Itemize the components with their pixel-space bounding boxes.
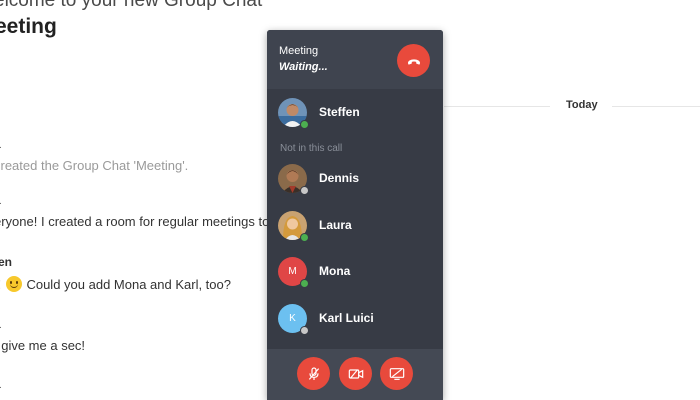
date-divider-line-right [612,106,700,107]
call-header: Meeting Waiting... [267,30,443,89]
participant-dennis[interactable]: Dennis [267,160,443,198]
participant-steffen[interactable]: Steffen [267,94,443,132]
welcome-heading: elcome to your new Group Chat [0,0,263,11]
online-status-dot [300,233,309,242]
microphone-off-icon [308,366,319,380]
call-name: Meeting [279,45,319,57]
smiley-emoji-icon [5,276,22,292]
offline-status-dot [300,326,309,335]
message-sender: fen [0,255,12,269]
hang-up-button[interactable] [397,44,430,77]
participant-name: Karl Luici [319,311,374,325]
mute-microphone-button[interactable] [297,357,330,390]
system-message-text: created the Group Chat 'Meeting'. [0,158,189,173]
call-status: Waiting... [279,61,328,73]
screen-share-button[interactable] [380,357,413,390]
video-camera-off-icon [348,368,363,379]
message-sender: a [0,377,1,391]
participant-name: Dennis [319,171,360,185]
toggle-video-button[interactable] [339,357,372,390]
online-status-dot [300,120,309,129]
message-text-part: t! [0,277,5,292]
offline-status-dot [300,186,309,195]
participant-name: Mona [319,264,351,278]
call-controls [267,349,443,400]
participant-karl-luici[interactable]: K Karl Luici [267,300,443,338]
chat-title: eeting [0,15,57,38]
screen-share-off-icon [389,367,404,380]
hang-up-icon [407,58,420,65]
participant-mona[interactable]: M Mona [267,253,443,291]
message-sender: a [0,317,1,331]
participant-name: Laura [319,218,352,232]
date-divider-label: Today [566,99,598,111]
message-text: t! Could you add Mona and Karl, too? [0,276,231,292]
not-in-call-label: Not in this call [280,143,343,154]
participant-laura[interactable]: Laura [267,207,443,245]
call-panel: Meeting Waiting... Steffen Not in this c… [267,30,443,400]
participant-name: Steffen [319,105,360,119]
date-divider-line-left [444,106,550,107]
message-text-part: Could you add Mona and Karl, too? [22,277,231,292]
message-sender: a [0,137,1,151]
message-text: eryone! I created a room for regular mee… [0,214,287,229]
message-text: , give me a sec! [0,338,86,353]
online-status-dot [300,279,309,288]
message-sender: a [0,193,1,207]
